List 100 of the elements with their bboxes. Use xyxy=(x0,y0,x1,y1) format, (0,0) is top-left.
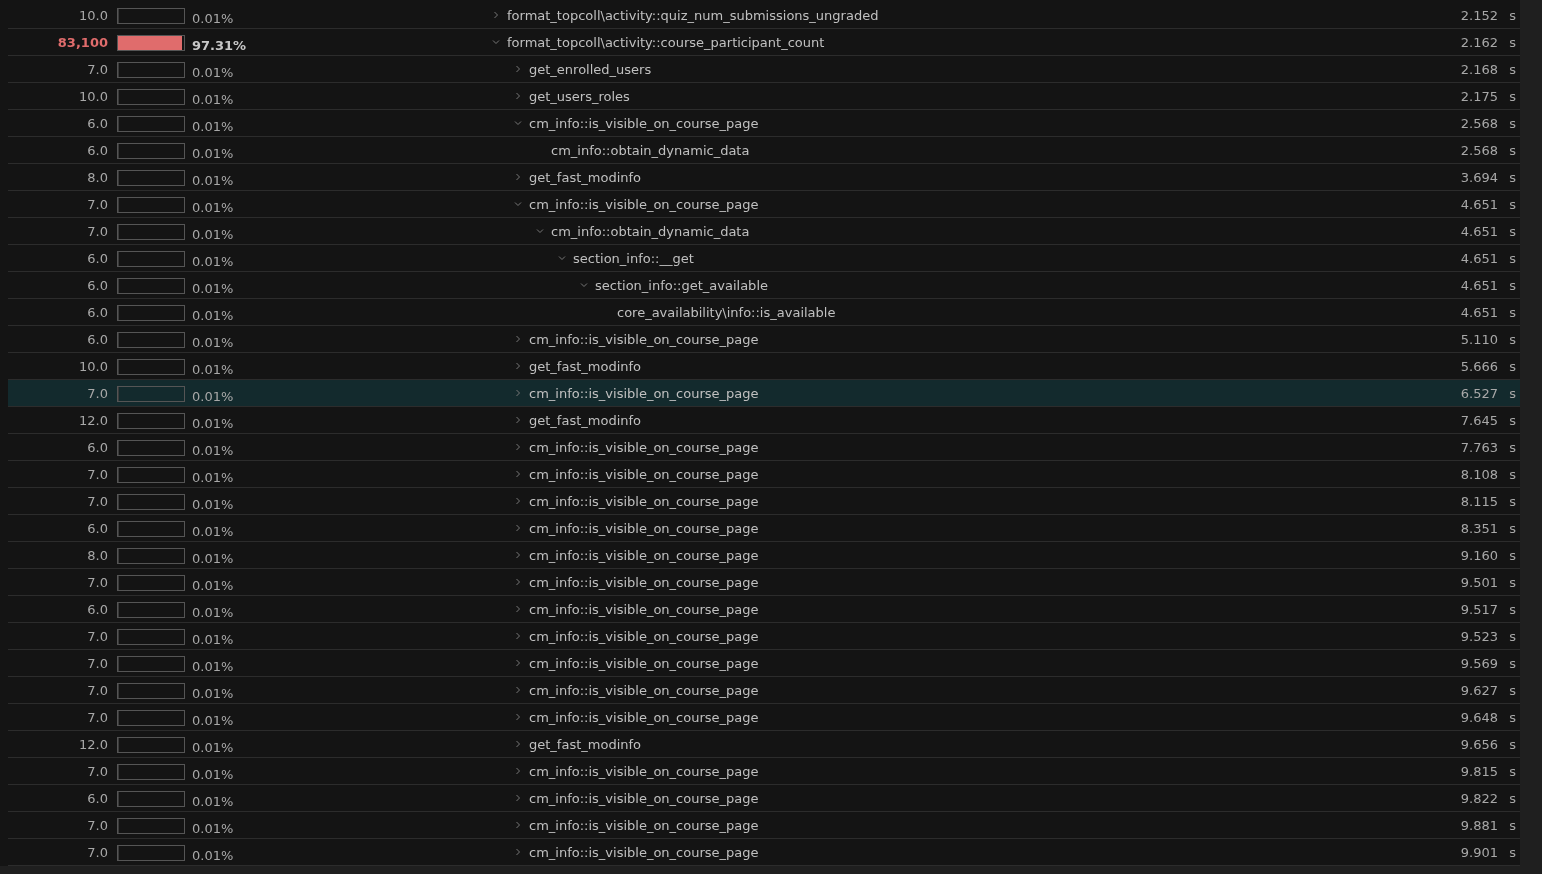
tree-row[interactable]: 7.0 0.01% cm_info::is_visible_on_course_page 6.527 s xyxy=(8,380,1520,407)
chevron-right-icon[interactable] xyxy=(514,524,522,532)
time-unit: s xyxy=(1508,682,1516,698)
tree-row[interactable]: 7.0 0.01% get_enrolled_users 2.168 s xyxy=(8,56,1520,83)
percent-text: 0.01% xyxy=(192,172,235,188)
chevron-right-icon[interactable] xyxy=(514,686,522,694)
time-value: 2.175 xyxy=(1459,88,1498,104)
tree-row[interactable]: 7.0 0.01% cm_info::is_visible_on_course_page 9.569 s xyxy=(8,650,1520,677)
time-value: 9.901 xyxy=(1459,844,1498,860)
time-value: 2.568 xyxy=(1459,142,1498,158)
tree-row[interactable]: 6.0 0.01% cm_info::is_visible_on_course_page 7.763 s xyxy=(8,434,1520,461)
tree-row[interactable]: 6.0 0.01% cm_info::is_visible_on_course_page 9.822 s xyxy=(8,785,1520,812)
tree-row[interactable]: 7.0 0.01% cm_info::is_visible_on_course_page 9.815 s xyxy=(8,758,1520,785)
time-unit: s xyxy=(1508,223,1516,239)
sample-count: 8.0 xyxy=(86,547,108,563)
tree-row[interactable]: 6.0 0.01% section_info::__get 4.651 s xyxy=(8,245,1520,272)
tree-row[interactable]: 7.0 0.01% cm_info::is_visible_on_course_page 9.901 s xyxy=(8,839,1520,866)
tree-row[interactable]: 10.0 0.01% format_topcoll\activity::quiz_num_submissions_ungraded 2.152 s xyxy=(8,2,1520,29)
chevron-right-icon[interactable] xyxy=(514,578,522,586)
chevron-right-icon[interactable] xyxy=(514,605,522,613)
chevron-right-icon[interactable] xyxy=(514,173,522,181)
tree-row[interactable]: 12.0 0.01% get_fast_modinfo 7.645 s xyxy=(8,407,1520,434)
time-value: 9.627 xyxy=(1459,682,1498,698)
chevron-down-icon[interactable] xyxy=(558,254,566,262)
tree-row[interactable]: 7.0 0.01% cm_info::is_visible_on_course_page 9.627 s xyxy=(8,677,1520,704)
tree-row[interactable]: 83,100 97.31% format_topcoll\activity::course_participant_count 2.162 s xyxy=(8,29,1520,56)
tree-row[interactable]: 7.0 0.01% cm_info::is_visible_on_course_page 9.501 s xyxy=(8,569,1520,596)
function-name: cm_info::is_visible_on_course_page xyxy=(529,385,759,401)
chevron-right-icon[interactable] xyxy=(514,794,522,802)
tree-row[interactable]: 12.0 0.01% get_fast_modinfo 9.656 s xyxy=(8,731,1520,758)
sample-count: 7.0 xyxy=(86,763,108,779)
percent-text: 0.01% xyxy=(192,145,235,161)
tree-row[interactable]: 6.0 0.01% cm_info::is_visible_on_course_page 2.568 s xyxy=(8,110,1520,137)
chevron-right-icon[interactable] xyxy=(514,362,522,370)
chevron-right-icon[interactable] xyxy=(514,821,522,829)
time-value: 9.822 xyxy=(1459,790,1498,806)
time-value: 9.656 xyxy=(1459,736,1498,752)
percent-text: 0.01% xyxy=(192,199,235,215)
tree-row[interactable]: 7.0 0.01% cm_info::is_visible_on_course_page 8.115 s xyxy=(8,488,1520,515)
tree-row[interactable]: 7.0 0.01% cm_info::is_visible_on_course_page 8.108 s xyxy=(8,461,1520,488)
sample-count: 6.0 xyxy=(86,277,108,293)
chevron-right-icon[interactable] xyxy=(514,65,522,73)
chevron-right-icon[interactable] xyxy=(514,713,522,721)
chevron-down-icon[interactable] xyxy=(580,281,588,289)
tree-row[interactable]: 8.0 0.01% cm_info::is_visible_on_course_page 9.160 s xyxy=(8,542,1520,569)
chevron-down-icon[interactable] xyxy=(514,119,522,127)
percent-text: 0.01% xyxy=(192,91,235,107)
percent-text: 0.01% xyxy=(192,226,235,242)
percent-text: 0.01% xyxy=(192,658,235,674)
chevron-down-icon[interactable] xyxy=(514,200,522,208)
tree-row[interactable]: 6.0 0.01% core_availability\info::is_available 4.651 s xyxy=(8,299,1520,326)
chevron-right-icon[interactable] xyxy=(514,632,522,640)
tree-row[interactable]: 6.0 0.01% cm_info::is_visible_on_course_page 5.110 s xyxy=(8,326,1520,353)
time-value: 4.651 xyxy=(1459,277,1498,293)
chevron-right-icon[interactable] xyxy=(514,92,522,100)
chevron-right-icon[interactable] xyxy=(492,11,500,19)
chevron-right-icon[interactable] xyxy=(514,497,522,505)
percent-text: 0.01% xyxy=(192,388,235,404)
chevron-right-icon[interactable] xyxy=(514,767,522,775)
chevron-right-icon[interactable] xyxy=(514,848,522,856)
time-unit: s xyxy=(1508,385,1516,401)
chevron-down-icon[interactable] xyxy=(492,38,500,46)
tree-row[interactable]: 8.0 0.01% get_fast_modinfo 3.694 s xyxy=(8,164,1520,191)
tree-row[interactable]: 7.0 0.01% cm_info::obtain_dynamic_data 4.651 s xyxy=(8,218,1520,245)
chevron-right-icon[interactable] xyxy=(514,443,522,451)
time-value: 9.881 xyxy=(1459,817,1498,833)
time-unit: s xyxy=(1508,115,1516,131)
chevron-right-icon[interactable] xyxy=(514,389,522,397)
tree-row[interactable]: 6.0 0.01% section_info::get_available 4.651 s xyxy=(8,272,1520,299)
sample-count: 7.0 xyxy=(86,628,108,644)
sample-count: 12.0 xyxy=(78,412,108,428)
function-name: core_availability\info::is_available xyxy=(617,304,836,320)
tree-row[interactable]: 6.0 0.01% cm_info::is_visible_on_course_page 9.517 s xyxy=(8,596,1520,623)
chevron-right-icon[interactable] xyxy=(514,470,522,478)
chevron-right-icon[interactable] xyxy=(514,659,522,667)
tree-row[interactable]: 7.0 0.01% cm_info::is_visible_on_course_page 9.648 s xyxy=(8,704,1520,731)
tree-row[interactable]: 6.0 0.01% cm_info::obtain_dynamic_data 2.568 s xyxy=(8,137,1520,164)
chevron-down-icon[interactable] xyxy=(536,227,544,235)
tree-row[interactable]: 6.0 0.01% cm_info::is_visible_on_course_page 8.351 s xyxy=(8,515,1520,542)
percent-text: 0.01% xyxy=(192,523,235,539)
percent-text: 0.01% xyxy=(192,442,235,458)
tree-row[interactable]: 7.0 0.01% cm_info::is_visible_on_course_page 4.651 s xyxy=(8,191,1520,218)
function-name: cm_info::is_visible_on_course_page xyxy=(529,601,759,617)
tree-row[interactable]: 7.0 0.01% cm_info::is_visible_on_course_page 9.881 s xyxy=(8,812,1520,839)
chevron-right-icon[interactable] xyxy=(514,416,522,424)
chevron-right-icon[interactable] xyxy=(514,551,522,559)
percent-text: 0.01% xyxy=(192,766,235,782)
time-value: 7.763 xyxy=(1459,439,1498,455)
time-unit: s xyxy=(1508,520,1516,536)
sample-count: 7.0 xyxy=(86,682,108,698)
percent-text: 0.01% xyxy=(192,712,235,728)
percent-text: 0.01% xyxy=(192,847,235,863)
time-value: 9.815 xyxy=(1459,763,1498,779)
function-name: cm_info::is_visible_on_course_page xyxy=(529,115,759,131)
tree-row[interactable]: 10.0 0.01% get_users_roles 2.175 s xyxy=(8,83,1520,110)
time-unit: s xyxy=(1508,358,1516,374)
time-value: 2.168 xyxy=(1459,61,1498,77)
chevron-right-icon[interactable] xyxy=(514,740,522,748)
chevron-right-icon[interactable] xyxy=(514,335,522,343)
tree-row[interactable]: 7.0 0.01% cm_info::is_visible_on_course_page 9.523 s xyxy=(8,623,1520,650)
